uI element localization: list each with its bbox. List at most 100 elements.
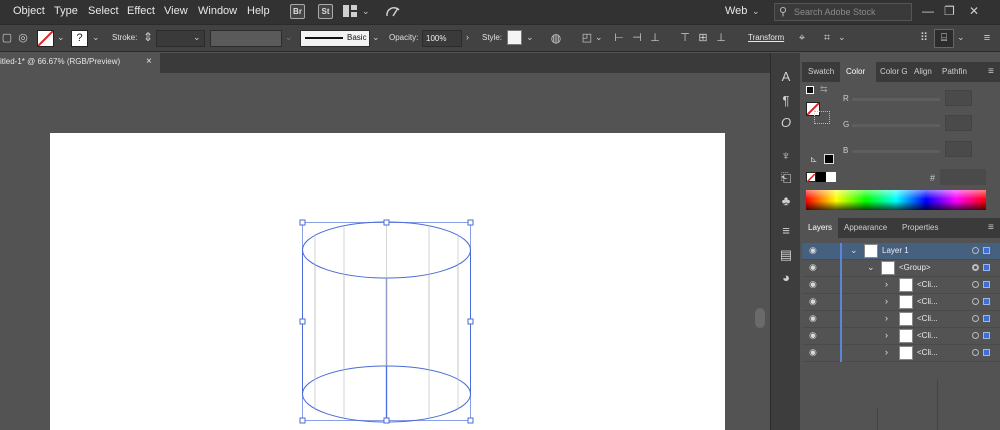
green-slider[interactable] xyxy=(852,124,940,127)
brush-definition[interactable]: Basic xyxy=(300,30,370,47)
canvas-area[interactable] xyxy=(0,73,770,430)
tab-align[interactable]: Align xyxy=(914,67,932,76)
target-circle-icon[interactable] xyxy=(972,247,979,254)
chevron-down-icon[interactable]: ⌄ xyxy=(526,32,534,43)
black-swatch[interactable] xyxy=(824,154,834,164)
target-circle-icon[interactable] xyxy=(972,298,979,305)
expand-chevron-icon[interactable]: › xyxy=(885,313,888,323)
transform-link[interactable]: Transform xyxy=(748,33,784,42)
layer-row[interactable]: ◉ ⌄ <Group> xyxy=(802,260,1000,277)
menu-window[interactable]: Window xyxy=(198,5,237,17)
chevron-down-icon[interactable]: ⌄ xyxy=(957,32,965,43)
visibility-eye-icon[interactable]: ◉ xyxy=(809,296,817,307)
recolor-icon[interactable]: ◎ xyxy=(16,31,30,45)
tab-color[interactable]: Color xyxy=(846,67,865,76)
none-swatch[interactable] xyxy=(806,172,816,183)
menu-select[interactable]: Select xyxy=(88,5,119,17)
target-circle-icon[interactable] xyxy=(972,315,979,322)
visibility-eye-icon[interactable]: ◉ xyxy=(809,245,817,256)
symbols-panel-icon[interactable]: ⎗ xyxy=(778,170,794,186)
default-colors-icon[interactable] xyxy=(806,86,814,94)
restore-icon[interactable]: ❐ xyxy=(944,4,955,18)
swap-colors-icon[interactable]: ⇆ xyxy=(820,84,828,95)
recolor-artwork-icon[interactable]: ◍ xyxy=(549,31,563,45)
close-icon[interactable]: ✕ xyxy=(969,4,979,18)
green-value-field[interactable] xyxy=(945,115,972,131)
bridge-button[interactable]: Br xyxy=(290,4,305,19)
stock-search-field[interactable]: ⚲ Search Adobe Stock xyxy=(774,3,912,21)
menu-view[interactable]: View xyxy=(164,5,188,17)
stroke-swatch[interactable]: ? xyxy=(71,30,88,47)
paragraph-panel-icon[interactable]: ¶ xyxy=(778,93,794,109)
expand-chevron-icon[interactable]: ⌄ xyxy=(867,262,875,273)
control-bar-menu-icon[interactable]: ≡ xyxy=(980,31,994,45)
selection-mode-icon[interactable]: ▢ xyxy=(0,31,14,45)
out-of-web-gamut-icon[interactable]: ⊾ xyxy=(810,154,818,165)
stroke-stepper[interactable]: ⇕ xyxy=(143,30,153,44)
isolate-group-icon[interactable]: ⌖ xyxy=(795,31,809,45)
tab-pathfinder[interactable]: Pathfin xyxy=(942,67,967,76)
expand-chevron-icon[interactable]: › xyxy=(885,296,888,306)
variable-width-profile[interactable] xyxy=(210,30,282,47)
layer-row[interactable]: ◉ › <Cli... xyxy=(802,277,1000,294)
align-right-icon[interactable]: ⊥ xyxy=(648,31,662,45)
expand-chevron-icon[interactable]: › xyxy=(885,330,888,340)
character-panel-icon[interactable]: A xyxy=(778,69,794,85)
layer-row[interactable]: ◉ › <Cli... xyxy=(802,328,1000,345)
layer-row[interactable]: ◉ ⌄ Layer 1 xyxy=(802,243,1000,260)
arrange-documents-icon[interactable] xyxy=(343,5,357,17)
tab-layers[interactable]: Layers xyxy=(808,223,832,232)
minimize-icon[interactable]: — xyxy=(922,4,934,18)
target-circle-icon[interactable] xyxy=(972,281,979,288)
align-to-icon[interactable]: ◰ xyxy=(580,31,594,45)
visibility-eye-icon[interactable]: ◉ xyxy=(809,330,817,341)
align-middle-icon[interactable]: ⊞ xyxy=(696,31,710,45)
layer-row[interactable]: ◉ › <Cli... xyxy=(802,294,1000,311)
panel-toggle-icon[interactable]: ⌸ xyxy=(934,29,954,48)
expand-chevron-icon[interactable]: ⌄ xyxy=(850,245,858,256)
artboard[interactable] xyxy=(50,133,725,430)
selection-indicator[interactable] xyxy=(983,349,990,356)
stock-button[interactable]: St xyxy=(318,4,333,19)
tab-appearance[interactable]: Appearance xyxy=(844,223,887,232)
chevron-down-icon[interactable]: ⌄ xyxy=(285,32,293,43)
visibility-eye-icon[interactable]: ◉ xyxy=(809,313,817,324)
selection-indicator[interactable] xyxy=(983,247,990,254)
stroke-color-swatch[interactable] xyxy=(814,111,830,124)
white-quick-swatch[interactable] xyxy=(826,172,836,182)
chevron-down-icon[interactable]: ⌄ xyxy=(193,32,201,43)
selection-indicator[interactable] xyxy=(983,298,990,305)
expand-chevron-icon[interactable]: › xyxy=(885,279,888,289)
vertical-scrollbar-thumb[interactable] xyxy=(755,308,765,328)
arrange-icon[interactable]: ⠿ xyxy=(917,31,931,45)
opacity-field[interactable]: 100% xyxy=(422,30,462,47)
target-circle-icon[interactable] xyxy=(972,332,979,339)
graphic-style-swatch[interactable] xyxy=(507,30,522,45)
menu-effect[interactable]: Effect xyxy=(127,5,155,17)
align-bottom-icon[interactable]: ⊥ xyxy=(714,31,728,45)
selection-indicator[interactable] xyxy=(983,281,990,288)
chevron-down-icon[interactable]: ⌄ xyxy=(57,32,65,43)
blue-value-field[interactable] xyxy=(945,141,972,157)
chevron-down-icon[interactable]: ⌄ xyxy=(595,32,603,43)
fill-swatch[interactable] xyxy=(37,30,54,47)
workspace-switcher[interactable]: Web xyxy=(725,5,747,17)
target-circle-icon[interactable] xyxy=(972,349,979,356)
red-value-field[interactable] xyxy=(945,90,972,106)
expand-chevron-icon[interactable]: › xyxy=(885,347,888,357)
document-tab[interactable]: itled-1* @ 66.67% (RGB/Preview) × xyxy=(0,53,160,73)
color-spectrum[interactable] xyxy=(806,190,986,210)
selection-indicator[interactable] xyxy=(983,332,990,339)
tab-properties[interactable]: Properties xyxy=(902,223,938,232)
chevron-down-icon[interactable]: ⌄ xyxy=(752,6,760,17)
selection-indicator[interactable] xyxy=(983,264,990,271)
hex-value-field[interactable] xyxy=(940,169,986,185)
align-top-icon[interactable]: ⊤ xyxy=(678,31,692,45)
blue-slider[interactable] xyxy=(852,150,940,153)
gradient-panel-icon[interactable]: ▤ xyxy=(778,247,794,263)
visibility-eye-icon[interactable]: ◉ xyxy=(809,347,817,358)
red-slider[interactable] xyxy=(852,98,940,101)
menu-help[interactable]: Help xyxy=(247,5,270,17)
panel-menu-icon[interactable]: ≡ xyxy=(988,222,994,233)
chevron-down-icon[interactable]: ⌄ xyxy=(92,32,100,43)
